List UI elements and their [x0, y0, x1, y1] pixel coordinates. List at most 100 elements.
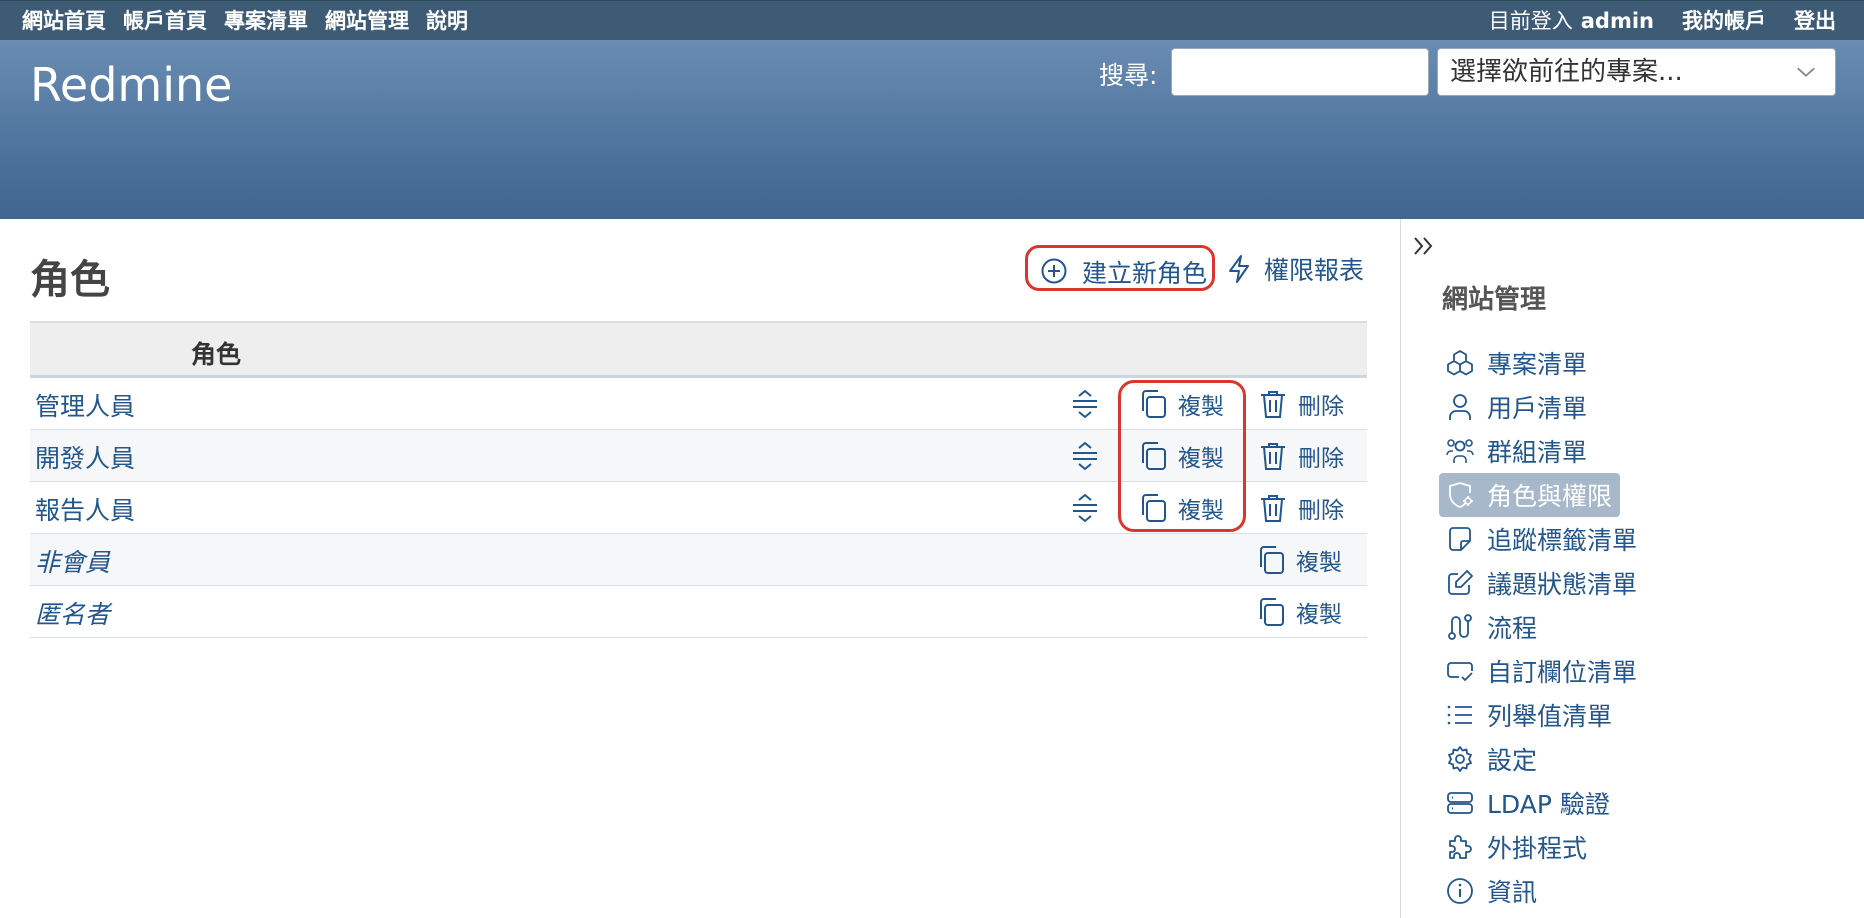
list-icon: [1447, 705, 1472, 725]
custom-field-icon: [1447, 662, 1473, 682]
sidebar-item-enumerations[interactable]: 列舉值清單: [1439, 693, 1620, 737]
sidebar-item-groups[interactable]: 群組清單: [1439, 429, 1595, 473]
edit-icon: [1448, 570, 1473, 595]
copy-icon: [1142, 494, 1166, 522]
copy-icon: [1142, 390, 1166, 418]
chevron-down-icon: [1797, 67, 1815, 77]
sidebar-item-label: 角色與權限: [1487, 482, 1613, 511]
sidebar-title: 網站管理: [1442, 285, 1547, 315]
sidebar-item-label: 群組清單: [1487, 438, 1588, 467]
copy-label: 複製: [1178, 446, 1224, 472]
copy-role-button[interactable]: 複製: [1256, 543, 1342, 577]
sidebar-item-label: 議題狀態清單: [1487, 570, 1638, 599]
sidebar-item-settings[interactable]: 設定: [1439, 737, 1545, 781]
sidebar-item-label: 追蹤標籤清單: [1487, 526, 1638, 555]
table-row: 匿名者 複製: [30, 586, 1367, 638]
permissions-report-link[interactable]: 權限報表: [1226, 251, 1364, 287]
copy-icon: [1260, 598, 1284, 626]
projects-icon: [1447, 350, 1473, 376]
sidebar: 網站管理 專案清單 用戶清單 群組清單 角色與權限 追蹤標籤清單 議題狀態清單 …: [1400, 219, 1864, 918]
top-menu-my-account[interactable]: 我的帳戶: [1682, 7, 1766, 35]
sidebar-item-users[interactable]: 用戶清單: [1439, 385, 1595, 429]
delete-label: 刪除: [1298, 498, 1344, 524]
sidebar-item-label: LDAP 驗證: [1487, 790, 1610, 819]
search-input[interactable]: [1171, 48, 1429, 96]
new-role-label: 建立新角色: [1082, 259, 1208, 288]
trash-icon: [1261, 495, 1285, 522]
sidebar-item-trackers[interactable]: 追蹤標籤清單: [1439, 517, 1645, 561]
table-row: 管理人員 複製 刪除: [30, 378, 1367, 430]
sidebar-item-ldap[interactable]: LDAP 驗證: [1439, 781, 1618, 825]
project-jump-select-value: 選擇欲前往的專案...: [1450, 57, 1683, 87]
header: Redmine 搜尋: 選擇欲前往的專案...: [0, 40, 1864, 219]
delete-label: 刪除: [1298, 446, 1344, 472]
info-icon: [1447, 878, 1473, 904]
copy-role-button[interactable]: 複製: [1138, 491, 1224, 525]
delete-role-button[interactable]: 刪除: [1258, 491, 1344, 525]
copy-label: 複製: [1178, 498, 1224, 524]
sidebar-item-custom-fields[interactable]: 自訂欄位清單: [1439, 649, 1645, 693]
top-menu-logout[interactable]: 登出: [1794, 7, 1836, 35]
copy-label: 複製: [1296, 602, 1342, 628]
sidebar-item-workflow[interactable]: 流程: [1439, 605, 1545, 649]
top-menu-administration[interactable]: 網站管理: [325, 7, 409, 35]
copy-label: 複製: [1296, 550, 1342, 576]
copy-role-button[interactable]: 複製: [1256, 595, 1342, 629]
site-title[interactable]: Redmine: [30, 58, 232, 112]
sidebar-item-label: 設定: [1487, 746, 1538, 775]
role-name-link[interactable]: 報告人員: [35, 491, 135, 527]
sidebar-item-label: 資訊: [1487, 878, 1538, 907]
top-menu: 網站首頁 帳戶首頁 專案清單 網站管理 說明 目前登入 admin 我的帳戶 登…: [0, 0, 1864, 40]
role-name-link[interactable]: 管理人員: [35, 387, 135, 423]
user-icon: [1449, 394, 1471, 420]
top-menu-my-page[interactable]: 帳戶首頁: [123, 7, 207, 35]
copy-icon: [1142, 442, 1166, 470]
top-menu-help[interactable]: 說明: [426, 7, 468, 35]
note-icon: [1449, 527, 1471, 551]
column-header-role[interactable]: 角色: [191, 335, 241, 371]
project-jump-select[interactable]: 選擇欲前往的專案...: [1437, 48, 1836, 96]
top-menu-projects[interactable]: 專案清單: [224, 7, 308, 35]
role-name-link[interactable]: 開發人員: [35, 439, 135, 475]
group-icon: [1446, 439, 1474, 463]
logged-in-user[interactable]: admin: [1581, 7, 1654, 35]
sidebar-item-label: 專案清單: [1487, 350, 1588, 379]
lightning-icon: [1229, 255, 1249, 283]
copy-icon: [1260, 546, 1284, 574]
delete-role-button[interactable]: 刪除: [1258, 439, 1344, 473]
trash-icon: [1261, 443, 1285, 470]
permissions-report-label: 權限報表: [1264, 256, 1365, 285]
sort-handle-icon[interactable]: [1070, 440, 1100, 472]
sidebar-item-plugins[interactable]: 外掛程式: [1439, 825, 1595, 869]
trash-icon: [1261, 391, 1285, 418]
roles-table: 角色 管理人員 複製 刪除 開發人員 複製 刪除 報告人員 複製 刪除 非會員 …: [30, 321, 1367, 638]
workflow-icon: [1448, 614, 1472, 640]
table-header: 角色: [30, 321, 1367, 378]
sidebar-item-issue-statuses[interactable]: 議題狀態清單: [1439, 561, 1645, 605]
gear-icon: [1448, 746, 1472, 772]
sort-handle-icon[interactable]: [1070, 492, 1100, 524]
copy-role-button[interactable]: 複製: [1138, 387, 1224, 421]
sidebar-item-info[interactable]: 資訊: [1439, 869, 1545, 913]
sidebar-item-label: 自訂欄位清單: [1487, 658, 1638, 687]
collapse-sidebar-icon[interactable]: [1411, 233, 1437, 259]
table-row: 非會員 複製: [30, 534, 1367, 586]
puzzle-icon: [1449, 835, 1472, 859]
sidebar-item-label: 列舉值清單: [1487, 702, 1613, 731]
sort-handle-icon[interactable]: [1070, 388, 1100, 420]
role-name-link[interactable]: 匿名者: [35, 595, 110, 631]
delete-role-button[interactable]: 刪除: [1258, 387, 1344, 421]
add-circle-icon: [1041, 258, 1067, 284]
copy-role-button[interactable]: 複製: [1138, 439, 1224, 473]
sidebar-item-label: 流程: [1487, 614, 1538, 643]
shield-icon: [1449, 482, 1473, 508]
server-icon: [1447, 792, 1473, 814]
top-menu-home[interactable]: 網站首頁: [22, 7, 106, 35]
sidebar-item-roles-permissions[interactable]: 角色與權限: [1439, 473, 1621, 517]
table-row: 報告人員 複製 刪除: [30, 482, 1367, 534]
sidebar-item-projects[interactable]: 專案清單: [1439, 341, 1595, 385]
sidebar-item-label: 外掛程式: [1487, 834, 1588, 863]
new-role-button[interactable]: 建立新角色: [1025, 245, 1215, 291]
table-row: 開發人員 複製 刪除: [30, 430, 1367, 482]
role-name-link[interactable]: 非會員: [35, 543, 110, 579]
